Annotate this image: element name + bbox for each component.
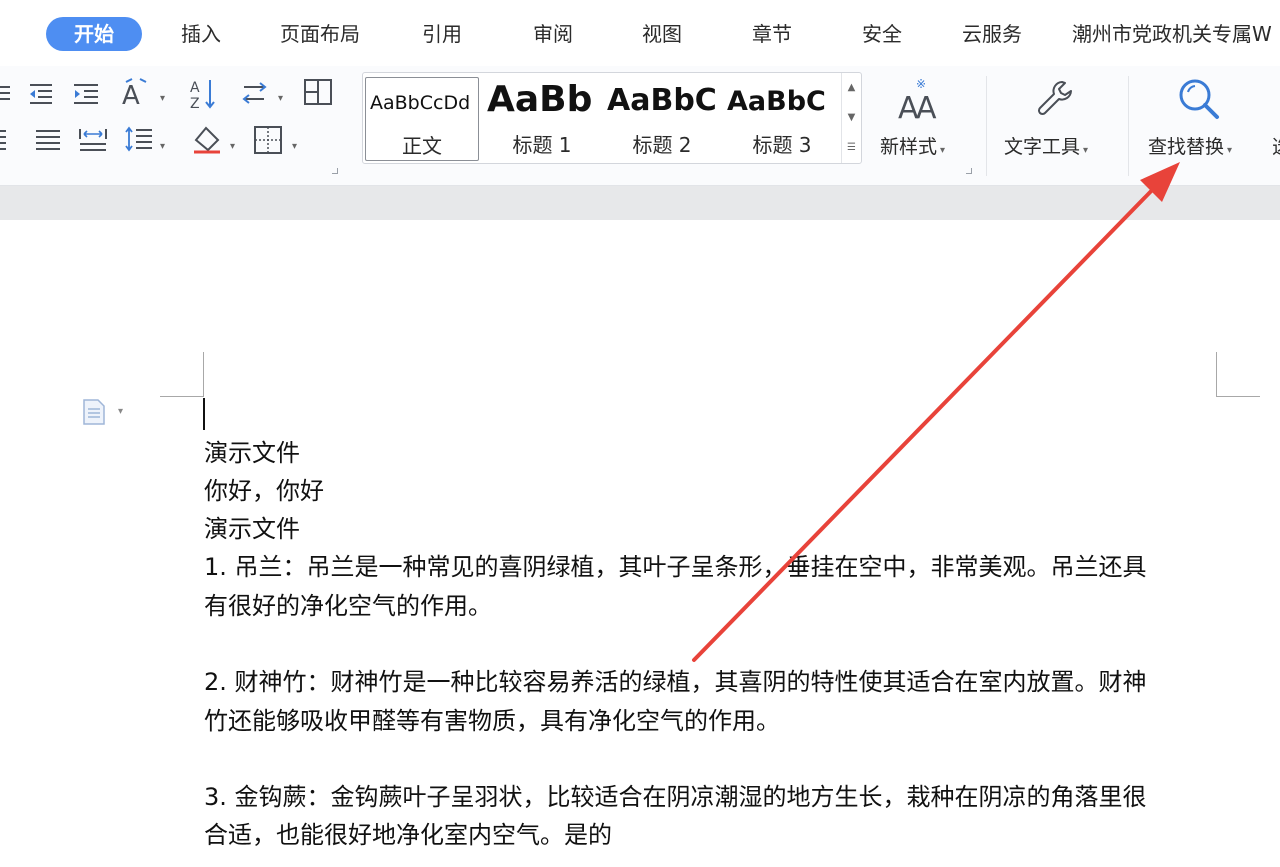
annotation-arrow: [692, 162, 1180, 662]
